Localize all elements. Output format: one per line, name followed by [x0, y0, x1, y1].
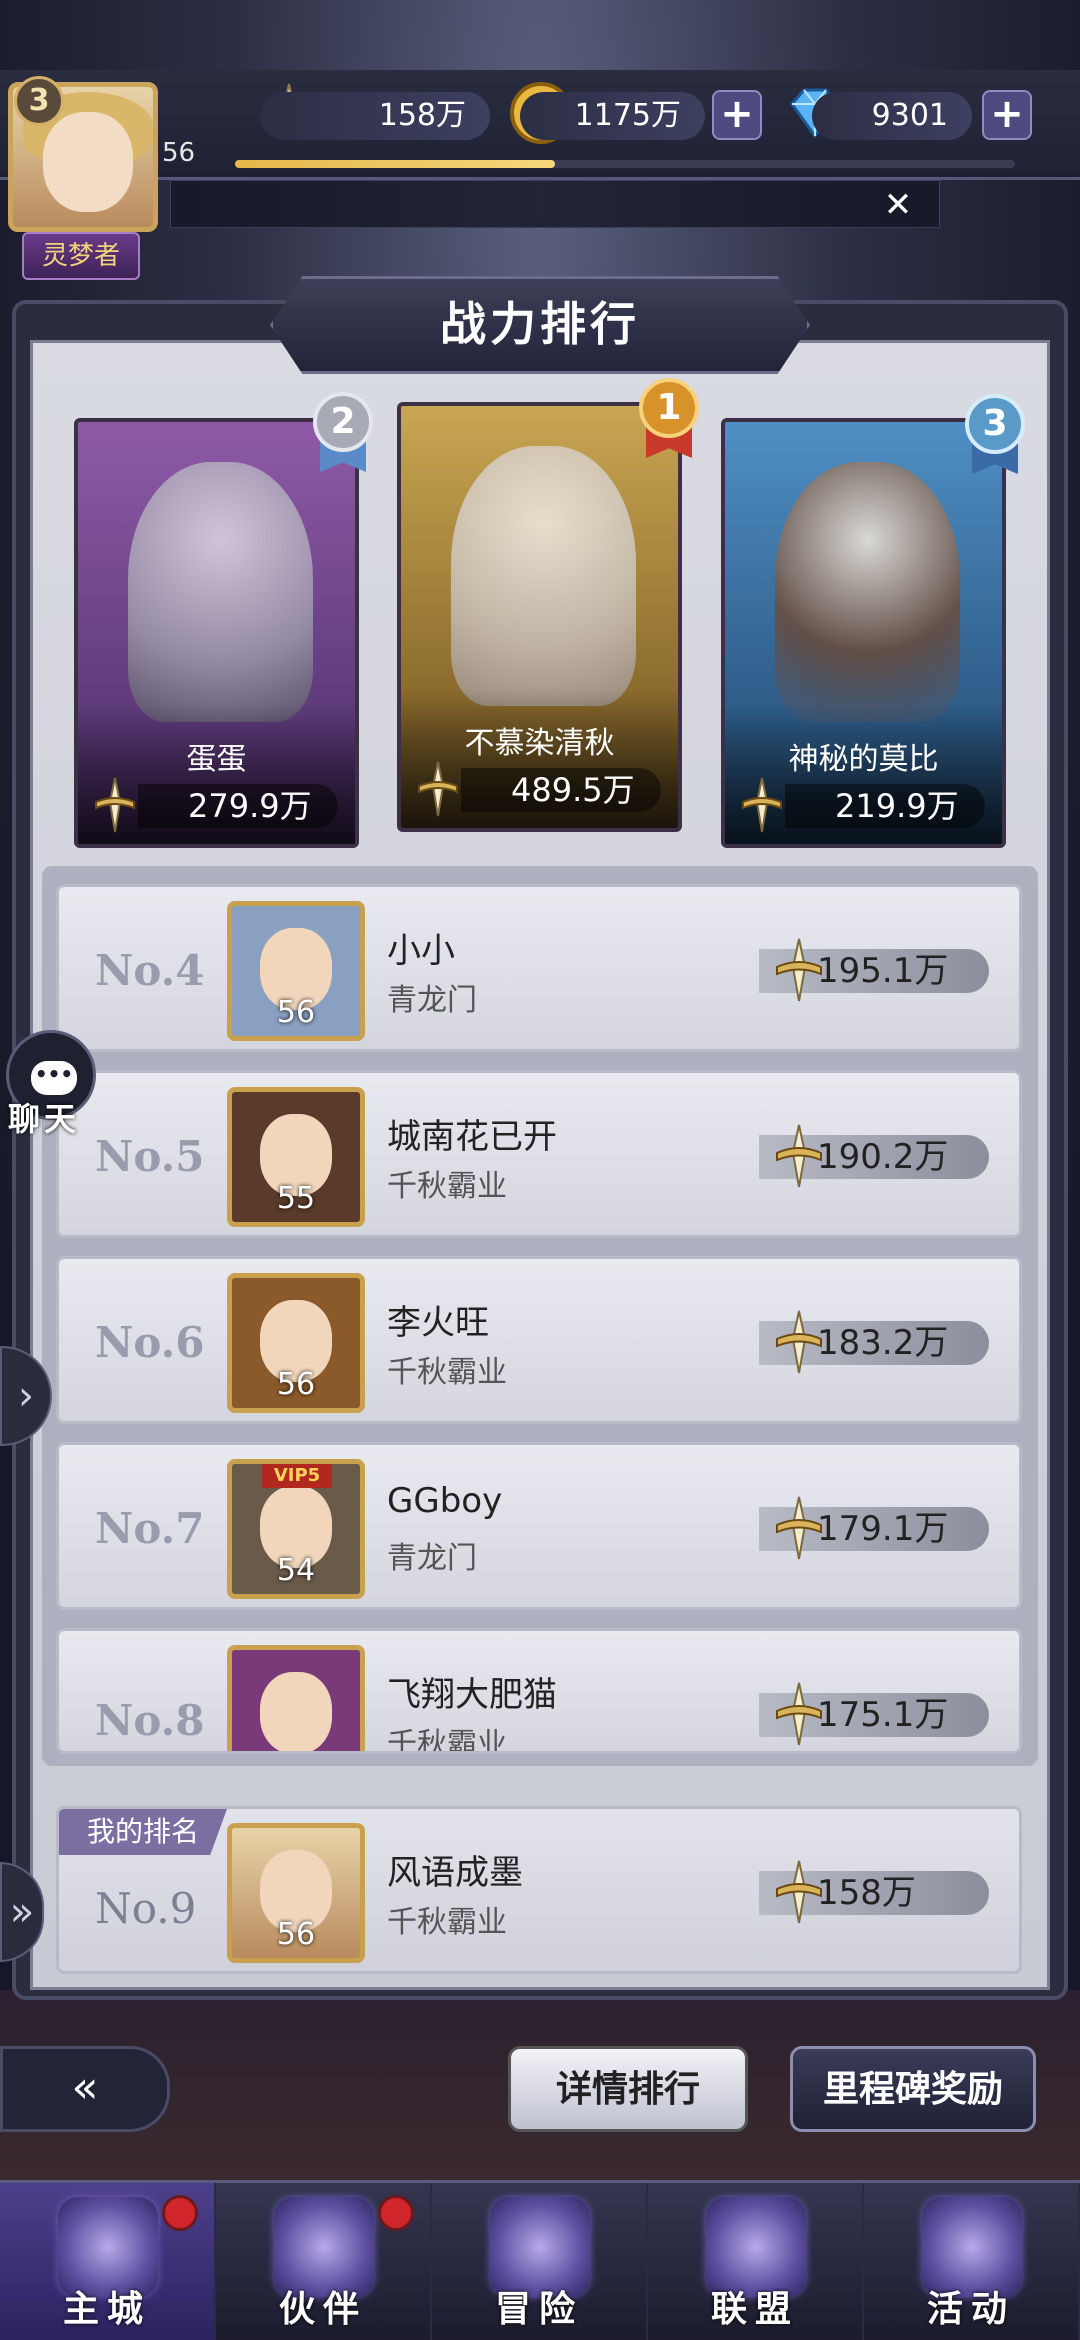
player-title-badge[interactable]: 灵梦者: [22, 232, 140, 280]
sword-icon: [776, 1860, 822, 1924]
card-name: 不慕染清秋: [464, 726, 615, 761]
sword-icon: [776, 1496, 822, 1560]
avatar[interactable]: 55: [227, 1087, 365, 1227]
sword-icon: [95, 777, 135, 833]
guild-name: 千秋霸业: [387, 1727, 507, 1754]
avatar-level: 56: [276, 995, 316, 1030]
ranking-row[interactable]: No.7 VIP5 54 GGboy 青龙门 179.1万: [56, 1442, 1022, 1610]
nav-label: 主城: [62, 2289, 151, 2330]
player-name: 小小: [387, 931, 455, 971]
character-portrait: [775, 462, 960, 722]
avatar[interactable]: 55: [227, 1645, 365, 1751]
ranking-row[interactable]: No.5 55 城南花已开 千秋霸业 190.2万: [56, 1070, 1022, 1238]
blue-medal-icon: 3: [960, 394, 1030, 474]
player-name: 李火旺: [387, 1303, 489, 1343]
top-card-rank-3[interactable]: 神秘的莫比 219.9万: [721, 418, 1006, 848]
player-name: GGboy: [387, 1481, 503, 1521]
avatar-level: 55: [276, 1181, 316, 1216]
avatar[interactable]: 56: [227, 1823, 365, 1963]
sword-icon: [418, 761, 458, 817]
add-gold-button[interactable]: +: [712, 90, 762, 140]
ranking-row[interactable]: No.6 56 李火旺 千秋霸业 183.2万: [56, 1256, 1022, 1424]
avatar[interactable]: 56: [227, 1273, 365, 1413]
exp-bar-fill: [235, 160, 555, 168]
medal-number: 1: [639, 378, 699, 438]
rank-number: No.8: [95, 1696, 205, 1745]
character-portrait: [451, 446, 636, 706]
nav-item-main-city[interactable]: 主城: [0, 2183, 216, 2340]
message-bar[interactable]: [170, 180, 940, 228]
player-exp-level: 56: [162, 138, 196, 168]
chat-bubble-icon: •••: [31, 1061, 77, 1095]
player-name: 飞翔大肥猫: [387, 1675, 557, 1715]
silver-medal-icon: 2: [308, 392, 378, 472]
nav-item-partners[interactable]: 伙伴: [216, 2183, 432, 2340]
player-name: 城南花已开: [387, 1117, 557, 1157]
card-power: 489.5万: [461, 768, 661, 812]
vip-badge: VIP5: [262, 1464, 332, 1488]
nav-item-adventure[interactable]: 冒险: [432, 2183, 648, 2340]
nav-label: 联盟: [710, 2289, 799, 2330]
avatar-level: 54: [276, 1553, 316, 1588]
nav-item-events[interactable]: 活动: [864, 2183, 1080, 2340]
avatar[interactable]: 56: [227, 901, 365, 1041]
gems-value: 9301: [812, 92, 972, 140]
sword-icon: [742, 777, 782, 833]
sword-icon: [776, 938, 822, 1002]
exp-bar: [235, 160, 1015, 168]
notification-dot: [378, 2195, 414, 2231]
card-power: 219.9万: [785, 784, 985, 828]
bottom-nav: 主城 伙伴 冒险 联盟 活动: [0, 2180, 1080, 2340]
close-icon[interactable]: ✕: [880, 188, 916, 224]
avatar-face: [43, 112, 133, 212]
medal-number: 3: [965, 394, 1025, 454]
gold-value: 1175万: [520, 92, 705, 140]
gold-medal-icon: 1: [634, 378, 704, 458]
rank-number: No.9: [95, 1884, 197, 1933]
ranking-row[interactable]: No.4 56 小小 青龙门 195.1万: [56, 884, 1022, 1052]
power-value: 158万: [260, 92, 490, 140]
player-name: 风语成墨: [387, 1853, 523, 1893]
avatar-face: [260, 1672, 332, 1751]
card-name: 神秘的莫比: [788, 742, 939, 777]
rank-number: No.6: [95, 1318, 205, 1367]
top-card-rank-2[interactable]: 蛋蛋 279.9万: [74, 418, 359, 848]
notification-dot: [162, 2195, 198, 2231]
ranking-row[interactable]: No.8 55 飞翔大肥猫 千秋霸业 175.1万: [56, 1628, 1022, 1754]
avatar-level: 56: [276, 1367, 316, 1402]
card-power: 279.9万: [138, 784, 338, 828]
avatar-level: 56: [276, 1917, 316, 1952]
nav-label: 活动: [926, 2289, 1015, 2330]
nav-label: 冒险: [494, 2289, 583, 2330]
rank-number: No.4: [95, 946, 205, 995]
sword-icon: [776, 1682, 822, 1746]
card-name: 蛋蛋: [186, 742, 247, 777]
guild-name: 千秋霸业: [387, 1169, 507, 1204]
add-gems-button[interactable]: +: [982, 90, 1032, 140]
rank-number: No.5: [95, 1132, 205, 1181]
rank-number: No.7: [95, 1504, 205, 1553]
page-title: 战力排行: [440, 297, 640, 351]
guild-name: 千秋霸业: [387, 1905, 507, 1940]
player-level-badge: 3: [14, 76, 64, 126]
chat-label: 聊天: [8, 1100, 81, 1138]
sword-icon: [776, 1310, 822, 1374]
medal-number: 2: [313, 392, 373, 452]
guild-name: 千秋霸业: [387, 1355, 507, 1390]
guild-name: 青龙门: [387, 1541, 477, 1576]
milestone-reward-button[interactable]: 里程碑奖励: [790, 2046, 1036, 2132]
character-portrait: [128, 462, 313, 722]
my-rank-row[interactable]: 我的排名 No.9 56 风语成墨 千秋霸业 158万: [56, 1806, 1022, 1974]
sword-icon: [776, 1124, 822, 1188]
detail-ranking-button[interactable]: 详情排行: [508, 2046, 748, 2132]
top-card-rank-1[interactable]: 不慕染清秋 489.5万: [397, 402, 682, 832]
back-button[interactable]: «: [0, 2046, 170, 2132]
nav-label: 伙伴: [278, 2289, 367, 2330]
avatar[interactable]: VIP5 54: [227, 1459, 365, 1599]
guild-name: 青龙门: [387, 983, 477, 1018]
nav-item-alliance[interactable]: 联盟: [648, 2183, 864, 2340]
